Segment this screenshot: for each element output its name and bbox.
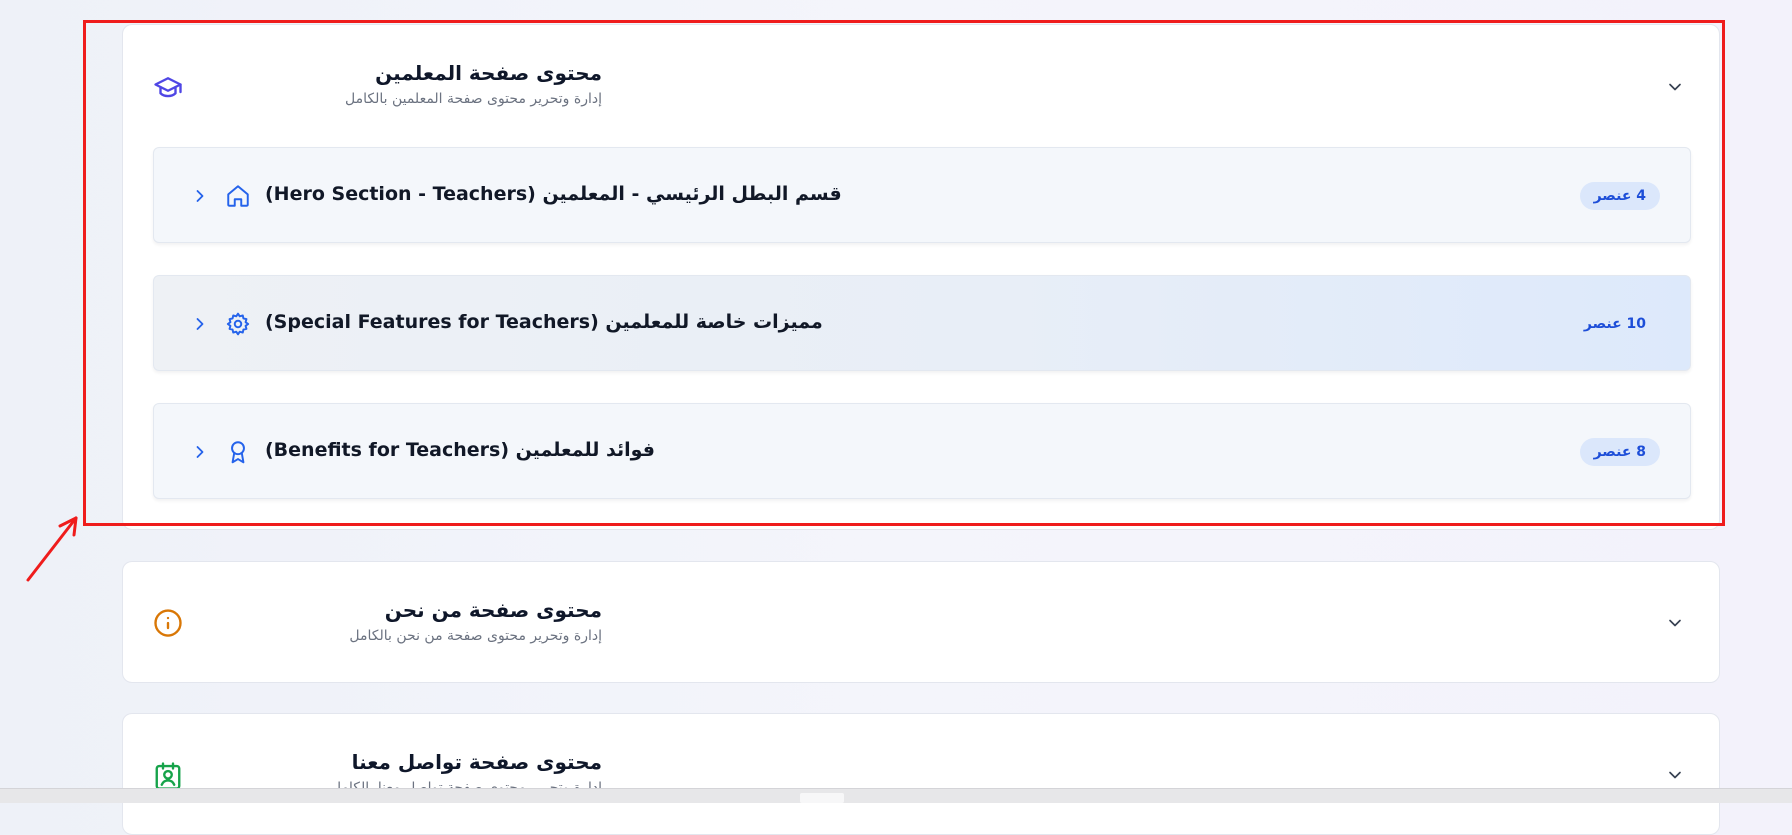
- card-title: محتوى صفحة المعلمين: [375, 61, 602, 85]
- item-count-badge: 10 عنصر: [1583, 316, 1646, 332]
- card-subtitle: إدارة وتحرير محتوى صفحة من نحن بالكامل: [349, 628, 602, 644]
- gear-icon: [225, 311, 251, 337]
- chevron-down-icon[interactable]: [1665, 765, 1685, 785]
- section-title: (Hero Section - Teachers) قسم البطل الرئ…: [265, 183, 842, 205]
- chevron-right-icon: [190, 314, 210, 334]
- annotation-arrow-icon: [24, 512, 84, 582]
- chevron-right-icon: [190, 442, 210, 462]
- section-row-hero[interactable]: (Hero Section - Teachers) قسم البطل الرئ…: [153, 147, 1691, 243]
- award-icon: [225, 439, 251, 465]
- contact-page-card[interactable]: محتوى صفحة تواصل معنا إدارة وتحرير محتوى…: [122, 713, 1720, 835]
- chevron-right-icon: [190, 186, 210, 206]
- item-count-badge: 8 عنصر: [1579, 438, 1660, 466]
- home-icon: [225, 183, 251, 209]
- section-row-benefits[interactable]: (Benefits for Teachers) فوائد للمعلمين 8…: [153, 403, 1691, 499]
- about-page-card[interactable]: محتوى صفحة من نحن إدارة وتحرير محتوى صفح…: [122, 561, 1720, 683]
- section-row-special-features[interactable]: (Special Features for Teachers) مميزات خ…: [153, 275, 1691, 371]
- chevron-down-icon[interactable]: [1665, 613, 1685, 633]
- teachers-card-header[interactable]: محتوى صفحة المعلمين إدارة وتحرير محتوى ص…: [123, 25, 1719, 145]
- graduation-cap-icon: [153, 72, 183, 102]
- item-count-badge: 4 عنصر: [1579, 182, 1660, 210]
- teachers-card-heading: محتوى صفحة المعلمين إدارة وتحرير محتوى ص…: [345, 61, 602, 107]
- bottom-scrollbar[interactable]: [0, 788, 1792, 803]
- info-icon: [153, 608, 183, 638]
- contact-card-icon: [153, 761, 183, 791]
- teachers-page-card: محتوى صفحة المعلمين إدارة وتحرير محتوى ص…: [122, 24, 1720, 530]
- card-title: محتوى صفحة من نحن: [384, 598, 602, 622]
- card-title: محتوى صفحة تواصل معنا: [351, 750, 602, 774]
- chevron-down-icon[interactable]: [1665, 77, 1685, 97]
- section-title: (Benefits for Teachers) فوائد للمعلمين: [265, 439, 655, 461]
- card-subtitle: إدارة وتحرير محتوى صفحة المعلمين بالكامل: [344, 91, 602, 107]
- section-title: (Special Features for Teachers) مميزات خ…: [265, 311, 823, 333]
- about-card-heading: محتوى صفحة من نحن إدارة وتحرير محتوى صفح…: [349, 598, 602, 644]
